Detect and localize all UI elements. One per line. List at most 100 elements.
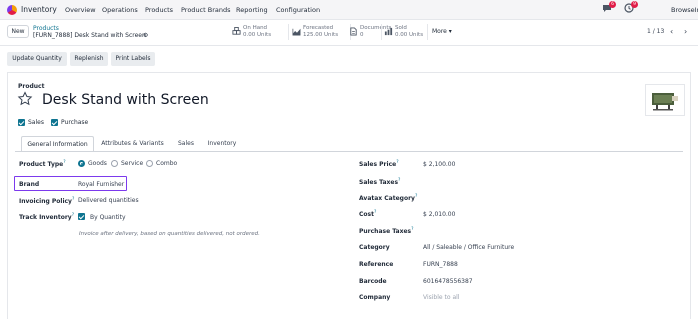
activity-badge: 9 <box>631 1 638 8</box>
more-button[interactable]: More ▾ <box>432 28 452 35</box>
product-type-goods-label: Goods <box>88 160 107 167</box>
help-icon[interactable]: ? <box>374 210 376 215</box>
track-inventory-checkbox[interactable] <box>78 213 85 220</box>
avatax-category-label-text: Avatax Category <box>359 195 415 202</box>
chat-badge: 6 <box>609 1 616 8</box>
app-name[interactable]: Inventory <box>21 5 57 14</box>
cubes-icon <box>232 27 241 35</box>
stat-sold[interactable]: Sold 0.00 Units <box>384 24 428 41</box>
stat-forecasted-value: 125.00 Units <box>303 32 339 38</box>
avatax-category-label: Avatax Category? <box>359 194 417 202</box>
menu-reporting[interactable]: Reporting <box>236 6 268 14</box>
pager-next-icon[interactable]: › <box>684 27 687 36</box>
replenish-button[interactable]: Replenish <box>70 52 108 66</box>
breadcrumb-current: [FURN_7888] Desk Stand with Screen <box>33 32 146 39</box>
track-inventory-label: Track Inventory? <box>19 213 74 221</box>
favorite-star-icon[interactable] <box>17 91 33 107</box>
product-type-service-label: Service <box>121 160 144 167</box>
company-switcher[interactable]: BrowseInfo <box>671 6 698 14</box>
brand-field[interactable]: Royal Furnisher <box>78 181 124 188</box>
sales-checkbox-label: Sales <box>28 119 44 126</box>
help-icon[interactable]: ? <box>396 160 398 165</box>
product-type-label: Product Type? <box>19 160 66 168</box>
stat-documents-value: 0 <box>360 32 364 38</box>
product-image[interactable] <box>645 84 685 116</box>
product-type-goods-radio[interactable] <box>78 160 85 167</box>
track-inventory-method[interactable]: By Quantity <box>90 214 126 221</box>
menu-product-brands[interactable]: Product Brands <box>181 6 231 14</box>
sales-price-label-text: Sales Price <box>359 161 397 168</box>
sales-price-field[interactable]: $ 2,100.00 <box>423 161 455 168</box>
menu-overview[interactable]: Overview <box>65 6 96 14</box>
tab-inventory[interactable]: Inventory <box>202 136 242 152</box>
stat-forecasted[interactable]: Forecasted 125.00 Units <box>292 24 350 41</box>
sales-taxes-label-text: Sales Taxes <box>359 179 399 186</box>
print-labels-button[interactable]: Print Labels <box>111 52 155 66</box>
document-icon <box>350 27 357 36</box>
tab-divider <box>15 151 683 152</box>
reference-label: Reference <box>359 261 394 268</box>
tab-attributes-variants[interactable]: Attributes & Variants <box>96 136 169 152</box>
activity-clock-icon[interactable]: 9 <box>624 1 638 13</box>
menu-products[interactable]: Products <box>145 6 173 14</box>
stat-divider <box>381 24 382 40</box>
avatax-category-field[interactable] <box>423 194 503 202</box>
product-type-combo-label: Combo <box>156 160 178 167</box>
sales-checkbox[interactable] <box>18 119 25 126</box>
app-logo-icon[interactable] <box>7 5 17 15</box>
purchase-taxes-field[interactable] <box>423 227 503 235</box>
stat-on-hand-label: On Hand <box>243 25 268 31</box>
barcode-field[interactable]: 6016478556387 <box>423 278 473 285</box>
cost-field[interactable]: $ 2,010.00 <box>423 211 455 218</box>
reference-field[interactable]: FURN_7888 <box>423 261 458 268</box>
product-type-combo-radio[interactable] <box>146 160 153 167</box>
cost-label: Cost? <box>359 210 376 218</box>
purchase-checkbox[interactable] <box>51 119 58 126</box>
purchase-taxes-label-text: Purchase Taxes <box>359 228 412 235</box>
update-quantity-button[interactable]: Update Quantity <box>7 52 67 66</box>
invoicing-hint: Invoice after delivery, based on quantit… <box>79 231 260 237</box>
top-navbar: Inventory Overview Operations Products P… <box>0 0 698 20</box>
stat-sold-value: 0.00 Units <box>395 32 424 38</box>
help-icon[interactable]: ? <box>398 178 400 183</box>
barcode-label: Barcode <box>359 278 387 285</box>
gear-icon[interactable]: ⚙ <box>143 32 148 39</box>
invoicing-policy-label-text: Invoicing Policy <box>19 198 72 205</box>
chat-icon[interactable]: 6 <box>602 1 616 13</box>
category-field[interactable]: All / Saleable / Office Furniture <box>423 244 514 251</box>
menu-configuration[interactable]: Configuration <box>276 6 320 14</box>
menu-operations[interactable]: Operations <box>102 6 138 14</box>
control-panel-divider <box>0 45 698 46</box>
tab-sales[interactable]: Sales <box>172 136 200 152</box>
stat-documents[interactable]: Documents 0 <box>349 24 391 41</box>
sales-taxes-label: Sales Taxes? <box>359 178 400 186</box>
new-button[interactable]: New <box>7 25 29 38</box>
cost-label-text: Cost <box>359 211 374 218</box>
pager-prev-icon[interactable]: ‹ <box>670 27 673 36</box>
stat-forecasted-label: Forecasted <box>303 25 334 31</box>
help-icon[interactable]: ? <box>63 160 65 165</box>
invoicing-policy-label: Invoicing Policy? <box>19 197 74 205</box>
stat-divider <box>427 24 428 40</box>
company-field[interactable]: Visible to all <box>423 294 459 301</box>
more-label: More <box>432 28 447 35</box>
product-field-label: Product <box>18 83 45 90</box>
help-icon[interactable]: ? <box>72 213 74 218</box>
invoicing-policy-field[interactable]: Delivered quantities <box>78 197 139 204</box>
help-icon[interactable]: ? <box>411 227 413 232</box>
company-label: Company <box>359 294 391 301</box>
product-type-label-text: Product Type <box>19 161 64 168</box>
product-type-service-radio[interactable] <box>111 160 118 167</box>
tab-general-information[interactable]: General Information <box>21 136 94 152</box>
purchase-taxes-label: Purchase Taxes? <box>359 227 414 235</box>
help-icon[interactable]: ? <box>72 197 74 202</box>
sales-taxes-field[interactable] <box>423 178 503 186</box>
stat-divider <box>288 24 289 40</box>
product-name-field[interactable]: Desk Stand with Screen <box>42 92 209 108</box>
help-icon[interactable]: ? <box>415 194 417 199</box>
pager-value[interactable]: 1 / 13 <box>647 28 664 35</box>
caret-down-icon: ▾ <box>448 28 452 35</box>
breadcrumb-products[interactable]: Products <box>33 25 59 32</box>
stat-on-hand[interactable]: On Hand 0.00 Units <box>232 24 288 41</box>
area-chart-icon <box>292 28 301 36</box>
